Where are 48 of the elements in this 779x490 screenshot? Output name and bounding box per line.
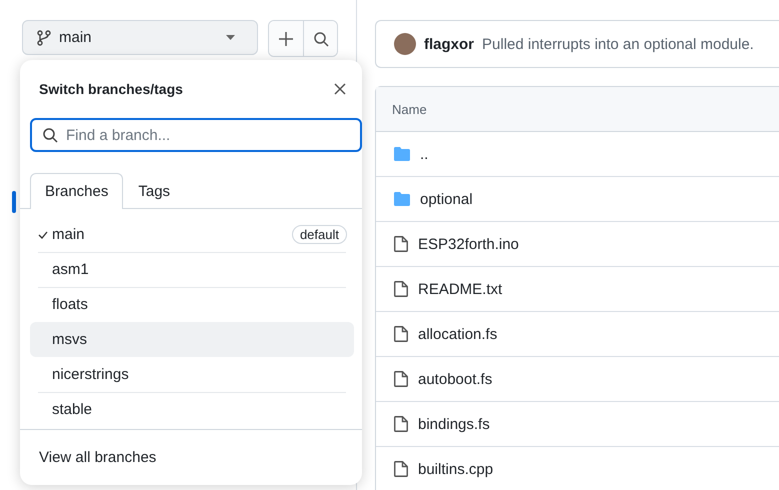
file-icon — [394, 461, 408, 477]
commit-message[interactable]: Pulled interrupts into an optional module. — [482, 36, 754, 52]
file-name[interactable]: bindings.fs — [418, 416, 490, 432]
caret-icon — [226, 35, 235, 40]
default-badge: default — [292, 225, 347, 244]
branch-icon — [37, 30, 51, 46]
commit-author[interactable]: flagxor — [424, 36, 474, 52]
file-name[interactable]: autoboot.fs — [418, 370, 492, 388]
folder-icon — [394, 147, 410, 161]
file-name[interactable]: ESP32forth.ino — [418, 236, 519, 252]
tab[interactable]: Branches — [30, 173, 124, 209]
branch-item[interactable]: msvs — [30, 322, 354, 357]
branch-item[interactable]: stable — [30, 392, 354, 427]
folder-icon — [394, 192, 410, 206]
branch-item[interactable]: asm1 — [30, 252, 354, 287]
branch-name: asm1 — [52, 261, 90, 278]
file-icon — [394, 416, 408, 432]
dropdown-title: Switch branches/tags — [39, 81, 183, 97]
search-button[interactable] — [303, 21, 337, 56]
selection-indicator — [12, 191, 16, 213]
branch-item[interactable]: nicerstrings — [30, 357, 354, 392]
branch-item[interactable]: floats — [30, 287, 354, 322]
file-icon — [394, 281, 408, 297]
file-name[interactable]: .. — [420, 146, 428, 162]
avatar — [394, 33, 416, 55]
branch-name: stable — [52, 401, 94, 418]
file-icon — [394, 326, 408, 342]
branch-name: main — [52, 226, 86, 243]
branch-name: nicerstrings — [52, 366, 130, 383]
file-name[interactable]: optional — [420, 190, 473, 208]
branch-item[interactable]: main default — [30, 217, 354, 252]
add-button[interactable] — [269, 21, 303, 56]
plus-icon — [278, 30, 294, 46]
file-icon — [394, 371, 408, 387]
branch-selector[interactable]: main — [22, 20, 258, 55]
search-icon — [312, 30, 328, 46]
column-header: Name — [392, 102, 427, 116]
search-icon — [42, 127, 58, 143]
search-field[interactable]: Find a branch... — [30, 118, 362, 152]
branch-name: msvs — [52, 331, 88, 348]
close-icon — [334, 83, 346, 95]
view-all-link[interactable]: View all branches — [39, 449, 156, 466]
tab[interactable]: Tags — [123, 173, 186, 209]
file-name[interactable]: allocation.fs — [418, 326, 498, 342]
branch-name: floats — [52, 296, 89, 313]
file-icon — [394, 236, 408, 252]
file-name[interactable]: builtins.cpp — [418, 460, 494, 478]
file-name[interactable]: README.txt — [418, 280, 502, 298]
